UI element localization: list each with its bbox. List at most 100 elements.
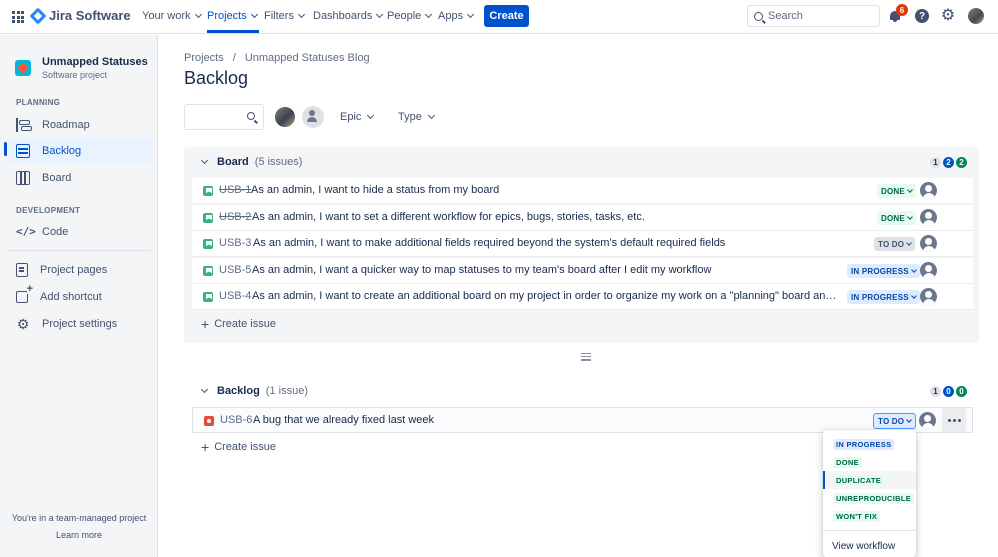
issue-summary[interactable]: As an admin, I want a quicker way to map… bbox=[252, 264, 852, 276]
issue-key[interactable]: USB-3 bbox=[219, 237, 251, 249]
issue-row[interactable]: USB-5 As an admin, I want a quicker way … bbox=[192, 258, 973, 284]
status-option-wont-fix[interactable]: WON'T FIX bbox=[823, 507, 916, 525]
issue-key[interactable]: USB-2 bbox=[219, 211, 251, 223]
done-count-badge: 0 bbox=[956, 386, 967, 397]
status-dropdown[interactable]: DONE bbox=[877, 184, 916, 198]
status-dropdown[interactable]: IN PROGRESS bbox=[847, 290, 920, 304]
story-icon bbox=[203, 213, 213, 223]
status-option-unreproducible[interactable]: UNREPRODUCIBLE bbox=[823, 489, 916, 507]
chevron-down-icon bbox=[906, 240, 913, 246]
issue-row[interactable]: USB-4 As an admin, I want to create an a… bbox=[192, 284, 973, 310]
backlog-header[interactable]: Backlog (1 issue) bbox=[200, 385, 308, 397]
roadmap-icon bbox=[16, 118, 32, 132]
development-heading: DEVELOPMENT bbox=[16, 206, 81, 215]
project-name[interactable]: Unmapped Statuses Blog bbox=[42, 56, 150, 68]
status-dropdown[interactable]: DONE bbox=[877, 211, 916, 225]
sidebar-item-label: Add shortcut bbox=[40, 291, 102, 303]
issue-key[interactable]: USB-1 bbox=[219, 184, 251, 196]
epic-filter-label: Epic bbox=[340, 111, 362, 123]
top-navigation: Jira Software Your work Projects Filters… bbox=[0, 0, 998, 34]
issue-key[interactable]: USB-4 bbox=[219, 290, 251, 302]
issue-summary[interactable]: As an admin, I want to set a different w… bbox=[252, 211, 852, 223]
nav-people[interactable]: People bbox=[387, 10, 433, 22]
plus-icon: + bbox=[201, 315, 210, 332]
chevron-down-icon bbox=[427, 111, 435, 120]
view-workflow-link[interactable]: View workflow bbox=[832, 541, 895, 552]
board-sprint-header[interactable]: Board (5 issues) bbox=[200, 156, 302, 168]
issue-key[interactable]: USB-6 bbox=[220, 414, 252, 426]
story-icon bbox=[203, 239, 213, 249]
add-shortcut-icon bbox=[16, 284, 33, 303]
add-people-icon[interactable] bbox=[302, 106, 324, 128]
chevron-down-icon bbox=[367, 111, 375, 120]
sidebar-item-add-shortcut[interactable]: Add shortcut bbox=[8, 284, 151, 310]
issue-row[interactable]: USB-2 As an admin, I want to set a diffe… bbox=[192, 205, 973, 231]
status-option-duplicate[interactable]: DUPLICATE bbox=[823, 471, 916, 489]
sidebar-item-label: Code bbox=[42, 226, 69, 238]
status-label: TO DO bbox=[878, 416, 905, 426]
backlog-search-input[interactable] bbox=[184, 104, 264, 130]
story-icon bbox=[203, 266, 213, 276]
type-filter-label: Type bbox=[398, 111, 422, 123]
breadcrumb-project[interactable]: Unmapped Statuses Blog bbox=[245, 52, 370, 64]
code-icon: </> bbox=[16, 225, 36, 238]
sidebar-item-project-settings[interactable]: ⚙ Project settings bbox=[8, 311, 151, 337]
nav-label: People bbox=[387, 10, 422, 22]
breadcrumb-projects[interactable]: Projects bbox=[184, 52, 224, 64]
nav-your-work[interactable]: Your work bbox=[142, 10, 203, 22]
drag-handle-icon[interactable] bbox=[581, 353, 591, 365]
unassigned-avatar-icon[interactable] bbox=[920, 235, 937, 252]
issue-summary[interactable]: As an admin, I want to make additional f… bbox=[253, 237, 853, 249]
sidebar-item-roadmap[interactable]: Roadmap bbox=[8, 112, 151, 138]
sidebar-item-project-pages[interactable]: Project pages bbox=[8, 257, 151, 283]
nav-projects[interactable]: Projects bbox=[207, 10, 259, 33]
issue-summary[interactable]: A bug that we already fixed last week bbox=[253, 414, 653, 426]
status-option-done[interactable]: DONE bbox=[823, 453, 916, 471]
create-issue-button[interactable]: + Create issue bbox=[201, 315, 276, 332]
assignee-filter-avatar[interactable] bbox=[274, 106, 296, 128]
backlog-title: Backlog bbox=[217, 385, 260, 397]
unassigned-avatar-icon[interactable] bbox=[920, 288, 937, 305]
user-avatar[interactable] bbox=[968, 8, 984, 24]
status-label: TO DO bbox=[878, 239, 905, 249]
unassigned-avatar-icon[interactable] bbox=[920, 262, 937, 279]
jira-logo[interactable]: Jira Software bbox=[29, 7, 131, 24]
status-dropdown[interactable]: TO DO bbox=[873, 413, 917, 429]
settings-gear-icon[interactable]: ⚙ bbox=[940, 8, 956, 24]
nav-dashboards[interactable]: Dashboards bbox=[313, 10, 384, 22]
status-dropdown[interactable]: TO DO bbox=[874, 237, 916, 251]
status-option-in-progress[interactable]: IN PROGRESS bbox=[823, 435, 916, 453]
unassigned-avatar-icon[interactable] bbox=[920, 209, 937, 226]
type-filter-dropdown[interactable]: Type bbox=[398, 111, 436, 123]
nav-apps[interactable]: Apps bbox=[438, 10, 475, 22]
issue-row[interactable]: USB-3 As an admin, I want to make additi… bbox=[192, 231, 973, 257]
unassigned-avatar-icon[interactable] bbox=[920, 182, 937, 199]
backlog-icon bbox=[16, 144, 30, 158]
more-actions-button[interactable] bbox=[942, 408, 966, 432]
sidebar-item-label: Backlog bbox=[42, 145, 82, 157]
project-type: Software project bbox=[42, 70, 108, 80]
help-icon[interactable]: ? bbox=[915, 9, 929, 23]
sidebar-item-backlog[interactable]: Backlog bbox=[8, 138, 151, 164]
status-dropdown[interactable]: IN PROGRESS bbox=[847, 264, 920, 278]
app-switcher-icon[interactable] bbox=[12, 11, 24, 23]
status-counts: 1 0 0 bbox=[930, 386, 967, 397]
menu-divider bbox=[823, 530, 916, 531]
epic-filter-dropdown[interactable]: Epic bbox=[340, 111, 375, 123]
settings-gear-icon: ⚙ bbox=[16, 316, 30, 332]
unassigned-avatar-icon[interactable] bbox=[919, 412, 936, 429]
create-issue-button[interactable]: + Create issue bbox=[201, 440, 276, 454]
nav-filters[interactable]: Filters bbox=[264, 10, 306, 22]
issue-key[interactable]: USB-5 bbox=[219, 264, 251, 276]
issue-summary[interactable]: As an admin, I want to hide a status fro… bbox=[251, 184, 851, 196]
issue-row[interactable]: USB-1 As an admin, I want to hide a stat… bbox=[192, 178, 973, 204]
create-button[interactable]: Create bbox=[484, 5, 529, 27]
learn-more-link[interactable]: Learn more bbox=[0, 530, 158, 540]
sidebar-item-code[interactable]: </> Code bbox=[8, 219, 151, 245]
sidebar-item-board[interactable]: Board bbox=[8, 165, 151, 191]
issue-summary[interactable]: As an admin, I want to create an additio… bbox=[252, 290, 840, 302]
nav-label: Dashboards bbox=[313, 10, 373, 22]
search-input[interactable]: Search bbox=[747, 5, 880, 27]
status-counts: 1 2 2 bbox=[930, 157, 967, 168]
chevron-down-icon bbox=[910, 293, 917, 299]
